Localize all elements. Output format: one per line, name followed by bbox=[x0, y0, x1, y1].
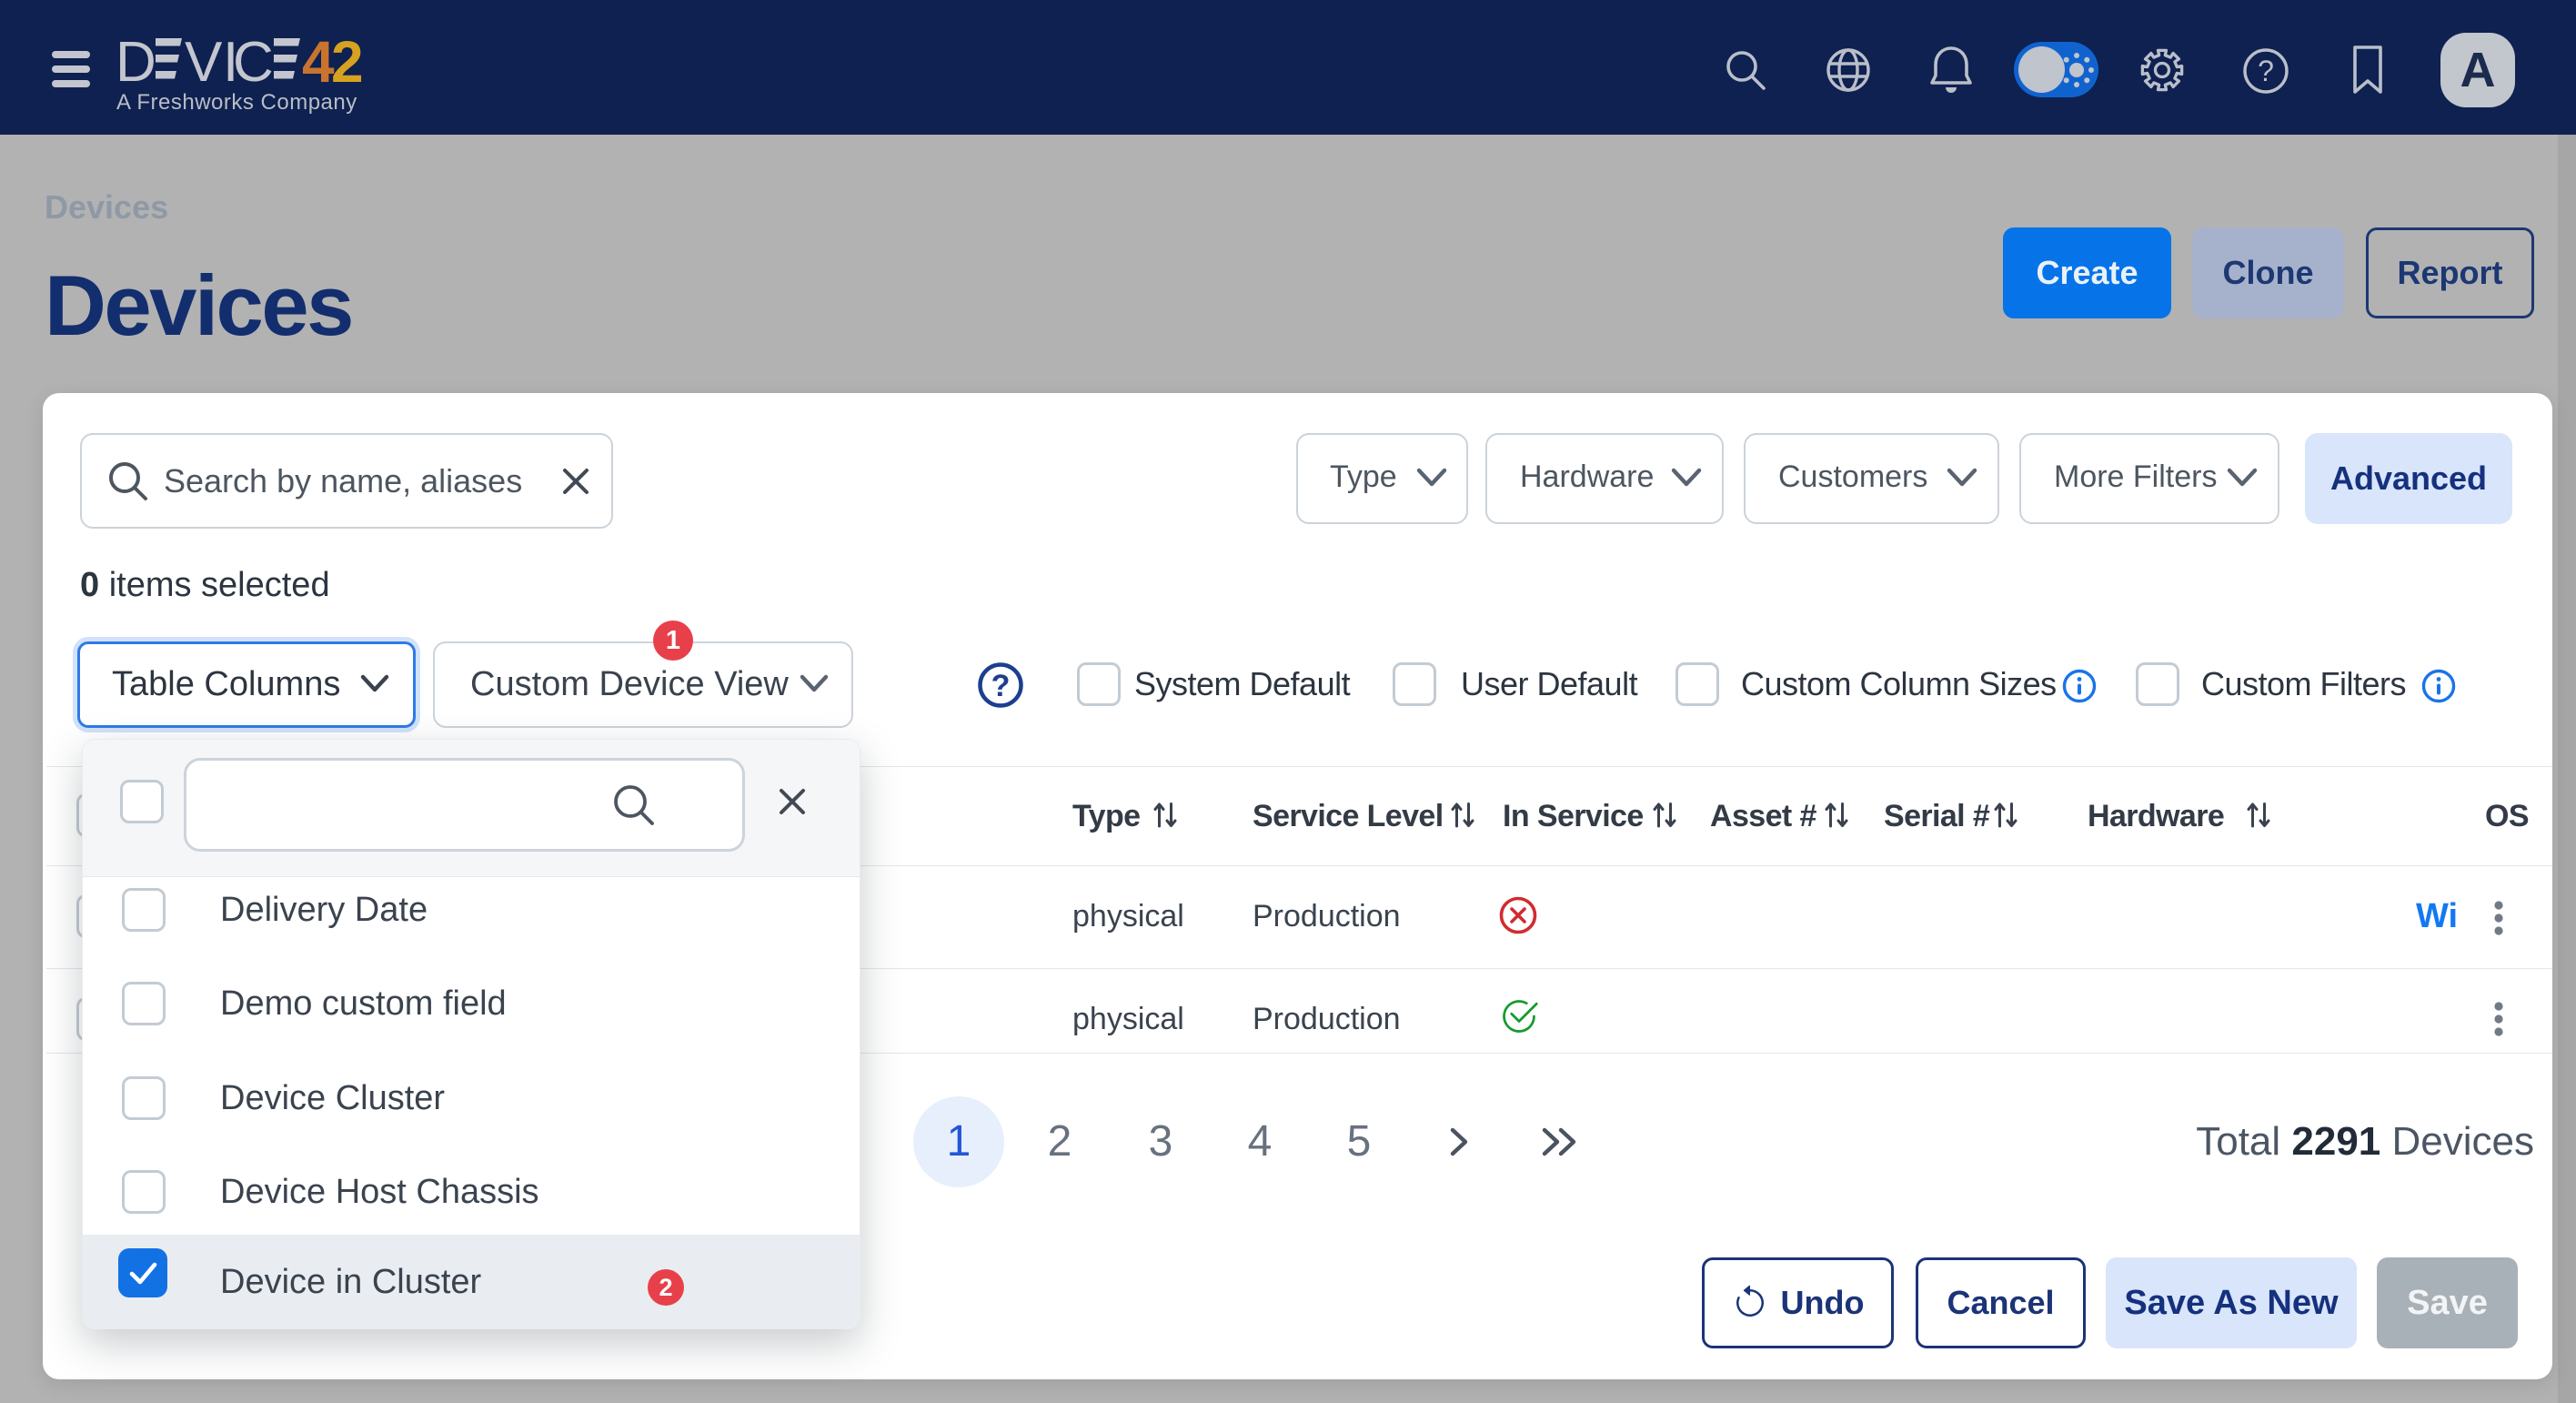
svg-text:V: V bbox=[185, 37, 223, 87]
svg-text:4: 4 bbox=[302, 37, 335, 87]
svg-text:?: ? bbox=[991, 669, 1011, 703]
svg-text:C: C bbox=[233, 37, 274, 87]
svg-text:2: 2 bbox=[331, 37, 363, 87]
svg-text:D: D bbox=[117, 37, 156, 87]
svg-text:?: ? bbox=[2258, 55, 2274, 87]
